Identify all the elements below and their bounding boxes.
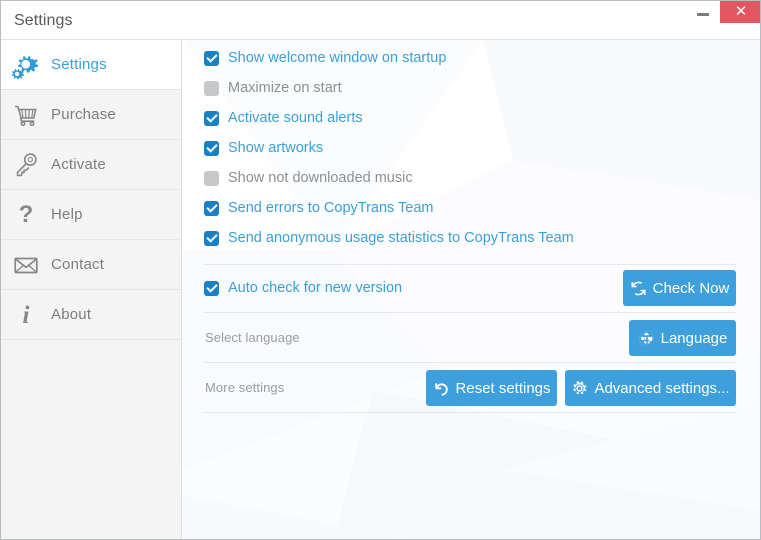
settings-panel: Show welcome window on startup Maximize … (183, 40, 760, 539)
info-icon: i (1, 290, 51, 340)
shopping-cart-icon (1, 90, 51, 140)
sidebar: Settings Purchase Activate ? Help Contac… (1, 40, 182, 539)
svg-text:?: ? (19, 201, 34, 228)
reset-settings-button-label: Reset settings (455, 379, 551, 397)
gear-icon (571, 380, 588, 397)
sidebar-item-settings[interactable]: Settings (1, 40, 181, 90)
select-language-label: Select language (205, 330, 300, 345)
envelope-icon (1, 240, 51, 290)
settings-window: Settings ✕ Settings Purchase Activate ? … (0, 0, 761, 540)
checkbox-row-auto-check-new-version[interactable]: Auto check for new version (204, 278, 402, 298)
checkbox-checked-icon[interactable] (204, 110, 219, 126)
window-title: Settings (14, 12, 73, 29)
sidebar-item-label: About (51, 306, 92, 323)
minimize-button[interactable] (686, 1, 720, 23)
gears-icon (1, 40, 51, 90)
checkbox-checked-icon[interactable] (204, 140, 219, 156)
sidebar-item-label: Activate (51, 156, 106, 173)
divider (204, 264, 736, 265)
svg-text:i: i (23, 302, 30, 329)
checkbox-label: Maximize on start (228, 80, 342, 96)
check-now-button[interactable]: Check Now (623, 270, 736, 306)
key-icon (1, 140, 51, 190)
checkbox-label: Show not downloaded music (228, 170, 413, 186)
checkbox-row-send-errors[interactable]: Send errors to CopyTrans Team (204, 198, 434, 218)
sidebar-item-about[interactable]: i About (1, 290, 181, 340)
sidebar-item-activate[interactable]: Activate (1, 140, 181, 190)
checkbox-label: Auto check for new version (228, 280, 403, 296)
language-button-label: Language (660, 329, 728, 347)
divider (204, 312, 736, 313)
divider (204, 362, 736, 363)
title-bar: Settings ✕ (1, 1, 760, 40)
checkbox-checked-icon[interactable] (204, 230, 219, 246)
close-icon: ✕ (734, 3, 748, 20)
checkbox-label: Send anonymous usage statistics to CopyT… (228, 230, 574, 246)
language-button[interactable]: Language (629, 320, 736, 356)
close-button[interactable]: ✕ (720, 1, 760, 23)
question-mark-icon: ? (1, 190, 51, 240)
undo-arrow-icon (432, 380, 449, 397)
sidebar-item-label: Settings (51, 56, 107, 73)
checkbox-unchecked-icon[interactable] (204, 170, 219, 186)
sidebar-item-label: Help (51, 206, 83, 223)
refresh-icon (630, 280, 647, 297)
checkbox-unchecked-icon[interactable] (204, 80, 219, 96)
sidebar-item-help[interactable]: ? Help (1, 190, 181, 240)
advanced-settings-button[interactable]: Advanced settings... (565, 370, 736, 406)
checkbox-label: Activate sound alerts (228, 110, 363, 126)
checkbox-checked-icon[interactable] (204, 200, 219, 216)
more-settings-label: More settings (205, 380, 285, 395)
checkbox-checked-icon[interactable] (204, 280, 219, 296)
checkbox-row-send-anonymous-statistics[interactable]: Send anonymous usage statistics to CopyT… (204, 228, 574, 248)
check-now-button-label: Check Now (652, 279, 730, 297)
minimize-icon (697, 13, 709, 16)
sidebar-item-contact[interactable]: Contact (1, 240, 181, 290)
checkbox-label: Send errors to CopyTrans Team (228, 200, 434, 216)
checkbox-checked-icon[interactable] (204, 50, 219, 66)
sidebar-item-label: Contact (51, 256, 105, 273)
divider (204, 412, 736, 413)
settings-inner: Show welcome window on startup Maximize … (183, 40, 760, 539)
checkbox-row-maximize-on-start[interactable]: Maximize on start (204, 78, 342, 98)
sidebar-item-purchase[interactable]: Purchase (1, 90, 181, 140)
advanced-settings-button-label: Advanced settings... (594, 379, 730, 397)
checkbox-row-show-artworks[interactable]: Show artworks (204, 138, 323, 158)
sidebar-item-label: Purchase (51, 106, 116, 123)
checkbox-row-activate-sound-alerts[interactable]: Activate sound alerts (204, 108, 363, 128)
checkbox-label: Show artworks (228, 140, 324, 156)
reset-settings-button[interactable]: Reset settings (426, 370, 557, 406)
checkbox-label: Show welcome window on startup (228, 50, 447, 66)
checkbox-row-show-not-downloaded-music[interactable]: Show not downloaded music (204, 168, 413, 188)
checkbox-row-show-welcome-window[interactable]: Show welcome window on startup (204, 48, 446, 68)
globe-icon (638, 330, 655, 347)
